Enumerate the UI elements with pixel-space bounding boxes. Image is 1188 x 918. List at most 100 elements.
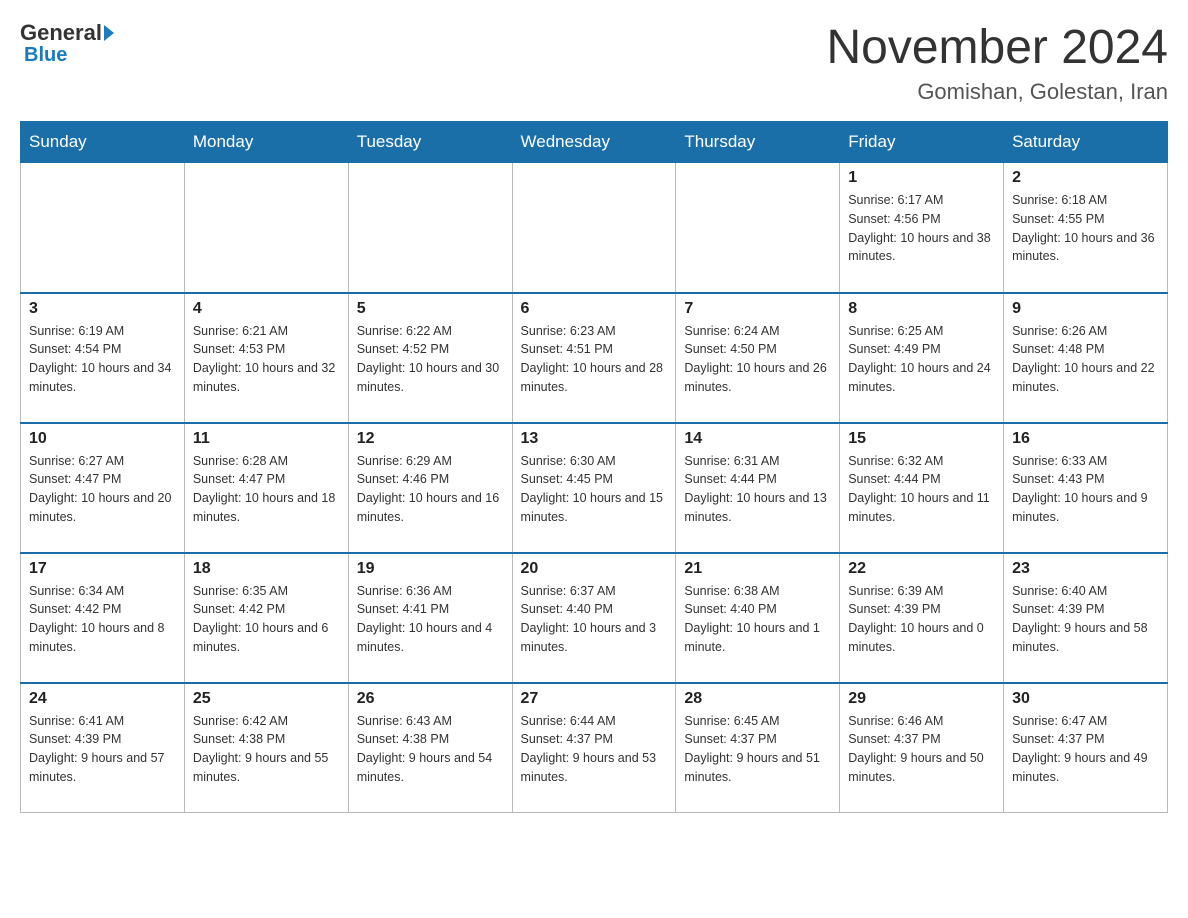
week-row-3: 10Sunrise: 6:27 AM Sunset: 4:47 PM Dayli… — [21, 423, 1168, 553]
day-info: Sunrise: 6:34 AM Sunset: 4:42 PM Dayligh… — [29, 582, 176, 657]
day-number: 27 — [521, 690, 668, 708]
calendar-cell: 7Sunrise: 6:24 AM Sunset: 4:50 PM Daylig… — [676, 293, 840, 423]
day-number: 30 — [1012, 690, 1159, 708]
day-info: Sunrise: 6:26 AM Sunset: 4:48 PM Dayligh… — [1012, 322, 1159, 397]
calendar-cell: 28 Sunrise: 6:45 AM Sunset: 4:37 PM Dayli… — [676, 683, 840, 813]
day-info: Sunrise: 6:44 AM Sunset: 4:37 PM Dayligh… — [521, 712, 668, 787]
day-number: 15 — [848, 430, 995, 448]
logo-general-word: General — [20, 20, 102, 46]
day-number: 23 — [1012, 560, 1159, 578]
page-header: General Blue November 2024 Gomishan, Gol… — [20, 20, 1168, 105]
week-row-1: 1Sunrise: 6:17 AM Sunset: 4:56 PM Daylig… — [21, 163, 1168, 293]
calendar-cell: 6Sunrise: 6:23 AM Sunset: 4:51 PM Daylig… — [512, 293, 676, 423]
day-number: 13 — [521, 430, 668, 448]
day-number: 1 — [848, 169, 995, 187]
calendar-cell: 16Sunrise: 6:33 AM Sunset: 4:43 PM Dayli… — [1004, 423, 1168, 553]
calendar-cell — [184, 163, 348, 293]
day-info: Sunrise: 6:46 AM Sunset: 4:37 PM Dayligh… — [848, 712, 995, 787]
calendar-table: SundayMondayTuesdayWednesdayThursdayFrid… — [20, 121, 1168, 813]
header-friday: Friday — [840, 122, 1004, 163]
day-number: 9 — [1012, 300, 1159, 318]
calendar-cell — [21, 163, 185, 293]
day-number: 17 — [29, 560, 176, 578]
day-info: Sunrise: 6:30 AM Sunset: 4:45 PM Dayligh… — [521, 452, 668, 527]
day-number: 24 — [29, 690, 176, 708]
day-info: Sunrise: 6:45 AM Sunset: 4:37 PM Dayligh… — [684, 712, 831, 787]
day-number: 3 — [29, 300, 176, 318]
location-title: Gomishan, Golestan, Iran — [826, 79, 1168, 105]
calendar-cell: 12 Sunrise: 6:29 AM Sunset: 4:46 PM Dayli… — [348, 423, 512, 553]
day-info: Sunrise: 6:40 AM Sunset: 4:39 PM Dayligh… — [1012, 582, 1159, 657]
week-row-2: 3 Sunrise: 6:19 AM Sunset: 4:54 PM Daylig… — [21, 293, 1168, 423]
week-row-4: 17 Sunrise: 6:34 AM Sunset: 4:42 PM Dayli… — [21, 553, 1168, 683]
day-number: 21 — [684, 560, 831, 578]
calendar-cell: 2 Sunrise: 6:18 AM Sunset: 4:55 PM Daylig… — [1004, 163, 1168, 293]
day-number: 28 — [684, 690, 831, 708]
calendar-cell: 15 Sunrise: 6:32 AM Sunset: 4:44 PM Dayli… — [840, 423, 1004, 553]
day-info: Sunrise: 6:28 AM Sunset: 4:47 PM Dayligh… — [193, 452, 340, 527]
logo-general-text: General — [20, 20, 114, 46]
header-sunday: Sunday — [21, 122, 185, 163]
calendar-cell — [676, 163, 840, 293]
day-number: 6 — [521, 300, 668, 318]
calendar-cell: 13 Sunrise: 6:30 AM Sunset: 4:45 PM Dayli… — [512, 423, 676, 553]
logo: General Blue — [20, 20, 114, 67]
day-number: 26 — [357, 690, 504, 708]
calendar-cell: 20 Sunrise: 6:37 AM Sunset: 4:40 PM Dayli… — [512, 553, 676, 683]
day-number: 25 — [193, 690, 340, 708]
calendar-cell: 29 Sunrise: 6:46 AM Sunset: 4:37 PM Dayli… — [840, 683, 1004, 813]
day-number: 4 — [193, 300, 340, 318]
day-info: Sunrise: 6:36 AM Sunset: 4:41 PM Dayligh… — [357, 582, 504, 657]
calendar-cell: 10Sunrise: 6:27 AM Sunset: 4:47 PM Dayli… — [21, 423, 185, 553]
header-monday: Monday — [184, 122, 348, 163]
day-number: 12 — [357, 430, 504, 448]
calendar-cell: 8Sunrise: 6:25 AM Sunset: 4:49 PM Daylig… — [840, 293, 1004, 423]
day-number: 29 — [848, 690, 995, 708]
calendar-cell: 22 Sunrise: 6:39 AM Sunset: 4:39 PM Dayli… — [840, 553, 1004, 683]
day-number: 7 — [684, 300, 831, 318]
calendar-cell: 26Sunrise: 6:43 AM Sunset: 4:38 PM Dayli… — [348, 683, 512, 813]
calendar-cell: 23 Sunrise: 6:40 AM Sunset: 4:39 PM Dayli… — [1004, 553, 1168, 683]
day-info: Sunrise: 6:39 AM Sunset: 4:39 PM Dayligh… — [848, 582, 995, 657]
day-number: 18 — [193, 560, 340, 578]
day-info: Sunrise: 6:31 AM Sunset: 4:44 PM Dayligh… — [684, 452, 831, 527]
logo-arrow-icon — [104, 25, 114, 41]
day-number: 2 — [1012, 169, 1159, 187]
header-wednesday: Wednesday — [512, 122, 676, 163]
day-number: 20 — [521, 560, 668, 578]
day-number: 14 — [684, 430, 831, 448]
day-info: Sunrise: 6:38 AM Sunset: 4:40 PM Dayligh… — [684, 582, 831, 657]
day-info: Sunrise: 6:18 AM Sunset: 4:55 PM Dayligh… — [1012, 191, 1159, 266]
day-number: 16 — [1012, 430, 1159, 448]
calendar-cell — [512, 163, 676, 293]
calendar-cell — [348, 163, 512, 293]
day-number: 22 — [848, 560, 995, 578]
calendar-cell: 30 Sunrise: 6:47 AM Sunset: 4:37 PM Dayli… — [1004, 683, 1168, 813]
header-tuesday: Tuesday — [348, 122, 512, 163]
day-info: Sunrise: 6:32 AM Sunset: 4:44 PM Dayligh… — [848, 452, 995, 527]
calendar-cell: 17 Sunrise: 6:34 AM Sunset: 4:42 PM Dayli… — [21, 553, 185, 683]
day-info: Sunrise: 6:47 AM Sunset: 4:37 PM Dayligh… — [1012, 712, 1159, 787]
day-info: Sunrise: 6:21 AM Sunset: 4:53 PM Dayligh… — [193, 322, 340, 397]
header-thursday: Thursday — [676, 122, 840, 163]
day-number: 19 — [357, 560, 504, 578]
day-info: Sunrise: 6:35 AM Sunset: 4:42 PM Dayligh… — [193, 582, 340, 657]
day-number: 11 — [193, 430, 340, 448]
day-info: Sunrise: 6:29 AM Sunset: 4:46 PM Dayligh… — [357, 452, 504, 527]
calendar-cell: 5Sunrise: 6:22 AM Sunset: 4:52 PM Daylig… — [348, 293, 512, 423]
calendar-cell: 9 Sunrise: 6:26 AM Sunset: 4:48 PM Daylig… — [1004, 293, 1168, 423]
day-info: Sunrise: 6:42 AM Sunset: 4:38 PM Dayligh… — [193, 712, 340, 787]
calendar-cell: 27 Sunrise: 6:44 AM Sunset: 4:37 PM Dayli… — [512, 683, 676, 813]
calendar-cell: 3 Sunrise: 6:19 AM Sunset: 4:54 PM Daylig… — [21, 293, 185, 423]
day-info: Sunrise: 6:37 AM Sunset: 4:40 PM Dayligh… — [521, 582, 668, 657]
calendar-cell: 24 Sunrise: 6:41 AM Sunset: 4:39 PM Dayli… — [21, 683, 185, 813]
calendar-cell: 11 Sunrise: 6:28 AM Sunset: 4:47 PM Dayli… — [184, 423, 348, 553]
day-number: 10 — [29, 430, 176, 448]
calendar-cell: 1Sunrise: 6:17 AM Sunset: 4:56 PM Daylig… — [840, 163, 1004, 293]
day-info: Sunrise: 6:41 AM Sunset: 4:39 PM Dayligh… — [29, 712, 176, 787]
logo-blue-word: Blue — [24, 44, 67, 67]
day-info: Sunrise: 6:22 AM Sunset: 4:52 PM Dayligh… — [357, 322, 504, 397]
week-row-5: 24 Sunrise: 6:41 AM Sunset: 4:39 PM Dayli… — [21, 683, 1168, 813]
calendar-cell: 18 Sunrise: 6:35 AM Sunset: 4:42 PM Dayli… — [184, 553, 348, 683]
day-info: Sunrise: 6:19 AM Sunset: 4:54 PM Dayligh… — [29, 322, 176, 397]
